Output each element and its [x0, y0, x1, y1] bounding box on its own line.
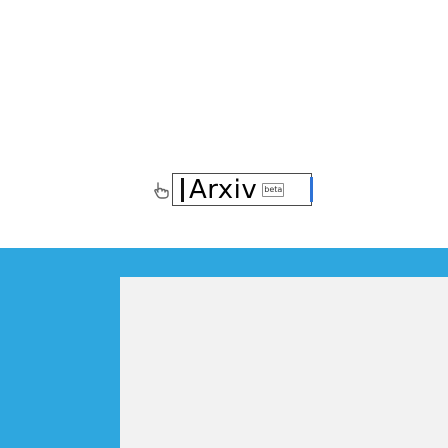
main-area: [0, 248, 448, 448]
sidebar: [0, 277, 120, 448]
brand[interactable]: Arxiv beta: [154, 173, 313, 206]
beta-badge: beta: [262, 182, 285, 197]
focus-edge: [310, 177, 313, 202]
banner: [0, 248, 448, 277]
content-panel: [120, 277, 448, 448]
header: Arxiv beta: [0, 0, 448, 248]
wordmark-bar: [181, 177, 184, 202]
page: Arxiv beta: [0, 0, 448, 448]
hand-pointer-icon: [154, 181, 169, 199]
wordmark-box: Arxiv beta: [172, 173, 313, 206]
brand-wordmark: Arxiv: [189, 174, 258, 205]
